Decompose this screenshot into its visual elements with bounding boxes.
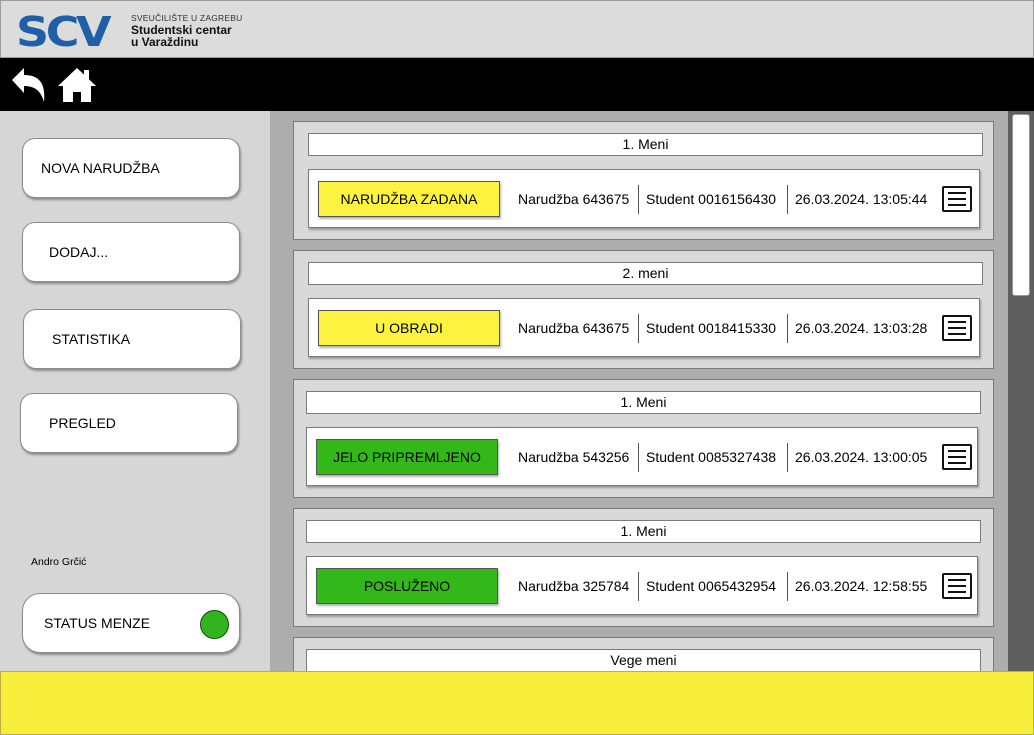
student-id: Student 0085327438 (646, 449, 777, 465)
order-row: JELO PRIPREMLJENO Narudžba 543256 Studen… (306, 427, 978, 486)
divider (787, 443, 788, 472)
divider (787, 572, 788, 601)
add-button[interactable]: DODAJ... (22, 222, 240, 282)
canteen-status-button[interactable]: STATUS MENZE (22, 593, 240, 653)
order-time: 26.03.2024. 13:05:44 (795, 191, 928, 207)
app-header: SCV SVEUČILIŠTE U ZAGREBU Studentski cen… (0, 0, 1034, 58)
order-status-badge[interactable]: NARUDŽBA ZADANA (318, 181, 500, 217)
menu-title: 2. meni (308, 262, 983, 285)
canteen-status-label: STATUS MENZE (44, 615, 151, 631)
user-name: Andro Grčić (31, 556, 87, 568)
order-status-badge[interactable]: POSLUŽENO (316, 568, 498, 604)
divider (787, 314, 788, 343)
status-indicator (200, 610, 229, 639)
order-number: Narudžba 643675 (518, 191, 630, 207)
home-icon[interactable] (56, 64, 98, 106)
footer-bar (0, 671, 1034, 735)
order-time: 26.03.2024. 12:58:55 (795, 578, 928, 594)
statistics-button[interactable]: STATISTIKA (23, 309, 241, 369)
divider (638, 572, 639, 601)
order-card: 1. Meni POSLUŽENO Narudžba 325784 Studen… (293, 508, 994, 627)
order-card: 1. Meni NARUDŽBA ZADANA Narudžba 643675 … (293, 121, 994, 240)
orders-list: 1. Meni NARUDŽBA ZADANA Narudžba 643675 … (270, 111, 1008, 671)
menu-title: 1. Meni (308, 133, 983, 156)
order-row: U OBRADI Narudžba 643675 Student 0018415… (308, 298, 980, 357)
order-row: NARUDŽBA ZADANA Narudžba 643675 Student … (308, 169, 980, 228)
order-card: Vege meni (293, 637, 994, 671)
student-id: Student 0016156430 (646, 191, 777, 207)
overview-button[interactable]: PREGLED (20, 393, 238, 453)
hamburger-menu-icon[interactable] (942, 444, 972, 470)
menu-title: 1. Meni (306, 391, 981, 414)
sidebar: NOVA NARUDŽBA DODAJ... STATISTIKA PREGLE… (0, 111, 270, 671)
order-card: 2. meni U OBRADI Narudžba 643675 Student… (293, 250, 994, 369)
divider (638, 185, 639, 214)
nav-bar (0, 58, 1034, 111)
logo-city: u Varaždinu (131, 35, 199, 49)
hamburger-menu-icon[interactable] (942, 573, 972, 599)
menu-title: 1. Meni (306, 520, 981, 543)
order-time: 26.03.2024. 13:00:05 (795, 449, 928, 465)
divider (787, 185, 788, 214)
scrollbar[interactable] (1008, 111, 1034, 671)
order-status-badge[interactable]: U OBRADI (318, 310, 500, 346)
order-time: 26.03.2024. 13:03:28 (795, 320, 928, 336)
student-id: Student 0018415330 (646, 320, 777, 336)
scv-logo: SCV (16, 8, 112, 56)
scrollbar-thumb[interactable] (1012, 114, 1030, 296)
divider (638, 443, 639, 472)
order-number: Narudžba 543256 (518, 449, 630, 465)
back-arrow-icon[interactable] (8, 64, 50, 106)
menu-title: Vege meni (306, 649, 981, 671)
student-id: Student 0065432954 (646, 578, 777, 594)
order-number: Narudžba 325784 (518, 578, 630, 594)
hamburger-menu-icon[interactable] (942, 315, 972, 341)
new-order-button[interactable]: NOVA NARUDŽBA (22, 138, 240, 198)
logo-text: SVEUČILIŠTE U ZAGREBU Studentski centar … (131, 13, 242, 48)
order-card: 1. Meni JELO PRIPREMLJENO Narudžba 54325… (293, 379, 994, 498)
order-status-badge[interactable]: JELO PRIPREMLJENO (316, 439, 498, 475)
order-number: Narudžba 643675 (518, 320, 630, 336)
divider (638, 314, 639, 343)
order-row: POSLUŽENO Narudžba 325784 Student 006543… (306, 556, 978, 615)
hamburger-menu-icon[interactable] (942, 186, 972, 212)
